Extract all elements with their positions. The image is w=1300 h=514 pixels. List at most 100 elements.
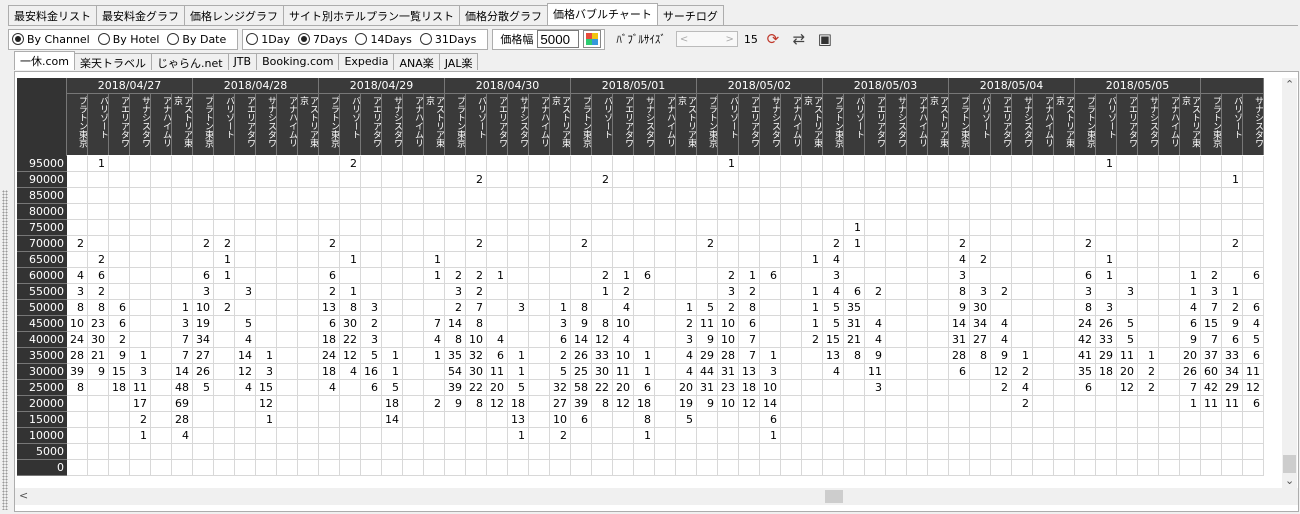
- grid-cell[interactable]: [802, 220, 823, 236]
- grid-cell[interactable]: 4: [613, 332, 634, 348]
- grid-cell[interactable]: [1180, 220, 1201, 236]
- grid-cell[interactable]: [109, 204, 130, 220]
- grid-cell[interactable]: [970, 268, 991, 284]
- grid-cell[interactable]: [718, 188, 739, 204]
- grid-cell[interactable]: 1: [1180, 268, 1201, 284]
- grid-cell[interactable]: [1096, 236, 1117, 252]
- grid-cell[interactable]: [718, 220, 739, 236]
- grid-cell[interactable]: [655, 300, 676, 316]
- grid-cell[interactable]: [1054, 364, 1075, 380]
- grid-cell[interactable]: 4: [1012, 380, 1033, 396]
- grid-cell[interactable]: [151, 348, 172, 364]
- grid-cell[interactable]: [235, 188, 256, 204]
- grid-cell[interactable]: [634, 460, 655, 476]
- grid-cell[interactable]: 2: [592, 172, 613, 188]
- grid-cell[interactable]: 1: [424, 252, 445, 268]
- grid-cell[interactable]: [172, 268, 193, 284]
- grid-cell[interactable]: [907, 300, 928, 316]
- grid-cell[interactable]: [382, 172, 403, 188]
- grid-cell[interactable]: 8: [67, 380, 88, 396]
- grid-cell[interactable]: [109, 252, 130, 268]
- grid-cell[interactable]: [1159, 348, 1180, 364]
- grid-cell[interactable]: [1201, 236, 1222, 252]
- grid-cell[interactable]: [592, 428, 613, 444]
- grid-cell[interactable]: 2: [1012, 396, 1033, 412]
- grid-cell[interactable]: [319, 156, 340, 172]
- grid-cell[interactable]: [340, 460, 361, 476]
- grid-cell[interactable]: 4: [67, 268, 88, 284]
- grid-cell[interactable]: 31: [949, 332, 970, 348]
- grid-cell[interactable]: 6: [487, 348, 508, 364]
- grid-cell[interactable]: 14: [760, 396, 781, 412]
- grid-cell[interactable]: 3: [130, 364, 151, 380]
- grid-cell[interactable]: [1117, 396, 1138, 412]
- grid-cell[interactable]: [382, 252, 403, 268]
- grid-cell[interactable]: [1096, 428, 1117, 444]
- grid-cell[interactable]: 18: [319, 332, 340, 348]
- grid-cell[interactable]: 21: [844, 332, 865, 348]
- grid-cell[interactable]: [991, 252, 1012, 268]
- grid-cell[interactable]: 9: [991, 348, 1012, 364]
- grid-cell[interactable]: [1054, 332, 1075, 348]
- grid-cell[interactable]: 31: [844, 316, 865, 332]
- grid-cell[interactable]: [865, 252, 886, 268]
- grid-cell[interactable]: [1159, 380, 1180, 396]
- grid-cell[interactable]: 2: [991, 380, 1012, 396]
- grid-cell[interactable]: [739, 444, 760, 460]
- grid-cell[interactable]: [634, 284, 655, 300]
- grid-cell[interactable]: 1: [844, 220, 865, 236]
- grid-cell[interactable]: [1033, 156, 1054, 172]
- grid-cell[interactable]: [1243, 412, 1264, 428]
- grid-cell[interactable]: [382, 460, 403, 476]
- grid-cell[interactable]: [361, 460, 382, 476]
- grid-cell[interactable]: [571, 188, 592, 204]
- grid-cell[interactable]: [1033, 220, 1054, 236]
- grid-cell[interactable]: 2: [550, 428, 571, 444]
- grid-cell[interactable]: [445, 220, 466, 236]
- grid-cell[interactable]: [109, 396, 130, 412]
- grid-cell[interactable]: [151, 380, 172, 396]
- grid-cell[interactable]: [1243, 236, 1264, 252]
- grid-cell[interactable]: [403, 364, 424, 380]
- grid-cell[interactable]: 3: [718, 284, 739, 300]
- grid-cell[interactable]: [550, 460, 571, 476]
- grid-cell[interactable]: 25: [571, 364, 592, 380]
- grid-cell[interactable]: [760, 220, 781, 236]
- period-radio[interactable]: 31Days: [419, 33, 476, 46]
- grid-cell[interactable]: [214, 156, 235, 172]
- channel-tab[interactable]: じゃらん.net: [151, 53, 229, 70]
- grid-cell[interactable]: 14: [445, 316, 466, 332]
- grid-cell[interactable]: 6: [550, 332, 571, 348]
- grid-cell[interactable]: [235, 236, 256, 252]
- grid-cell[interactable]: [823, 444, 844, 460]
- grid-cell[interactable]: [382, 188, 403, 204]
- scroll-up-icon[interactable]: ⌃: [1285, 78, 1294, 91]
- grid-cell[interactable]: 6: [571, 412, 592, 428]
- grid-cell[interactable]: [1096, 460, 1117, 476]
- grid-cell[interactable]: 28: [67, 348, 88, 364]
- grid-cell[interactable]: [760, 444, 781, 460]
- grid-cell[interactable]: [781, 156, 802, 172]
- grid-cell[interactable]: 6: [361, 380, 382, 396]
- grid-cell[interactable]: [1012, 156, 1033, 172]
- grid-cell[interactable]: [487, 172, 508, 188]
- grid-cell[interactable]: [403, 428, 424, 444]
- grid-cell[interactable]: 17: [130, 396, 151, 412]
- grid-cell[interactable]: 4: [865, 332, 886, 348]
- grid-cell[interactable]: [277, 444, 298, 460]
- grid-cell[interactable]: 1: [1180, 284, 1201, 300]
- grid-cell[interactable]: [130, 172, 151, 188]
- grid-cell[interactable]: [760, 172, 781, 188]
- grid-cell[interactable]: 6: [1222, 332, 1243, 348]
- grid-cell[interactable]: 9: [88, 364, 109, 380]
- grid-cell[interactable]: [634, 220, 655, 236]
- grid-cell[interactable]: 6: [1180, 316, 1201, 332]
- grid-cell[interactable]: [760, 316, 781, 332]
- grid-cell[interactable]: [88, 396, 109, 412]
- grid-cell[interactable]: [991, 172, 1012, 188]
- splitter-grip[interactable]: [2, 190, 8, 510]
- grid-cell[interactable]: 18: [109, 380, 130, 396]
- radio-circle-icon[interactable]: [298, 33, 311, 45]
- grid-cell[interactable]: [424, 220, 445, 236]
- grid-cell[interactable]: [277, 156, 298, 172]
